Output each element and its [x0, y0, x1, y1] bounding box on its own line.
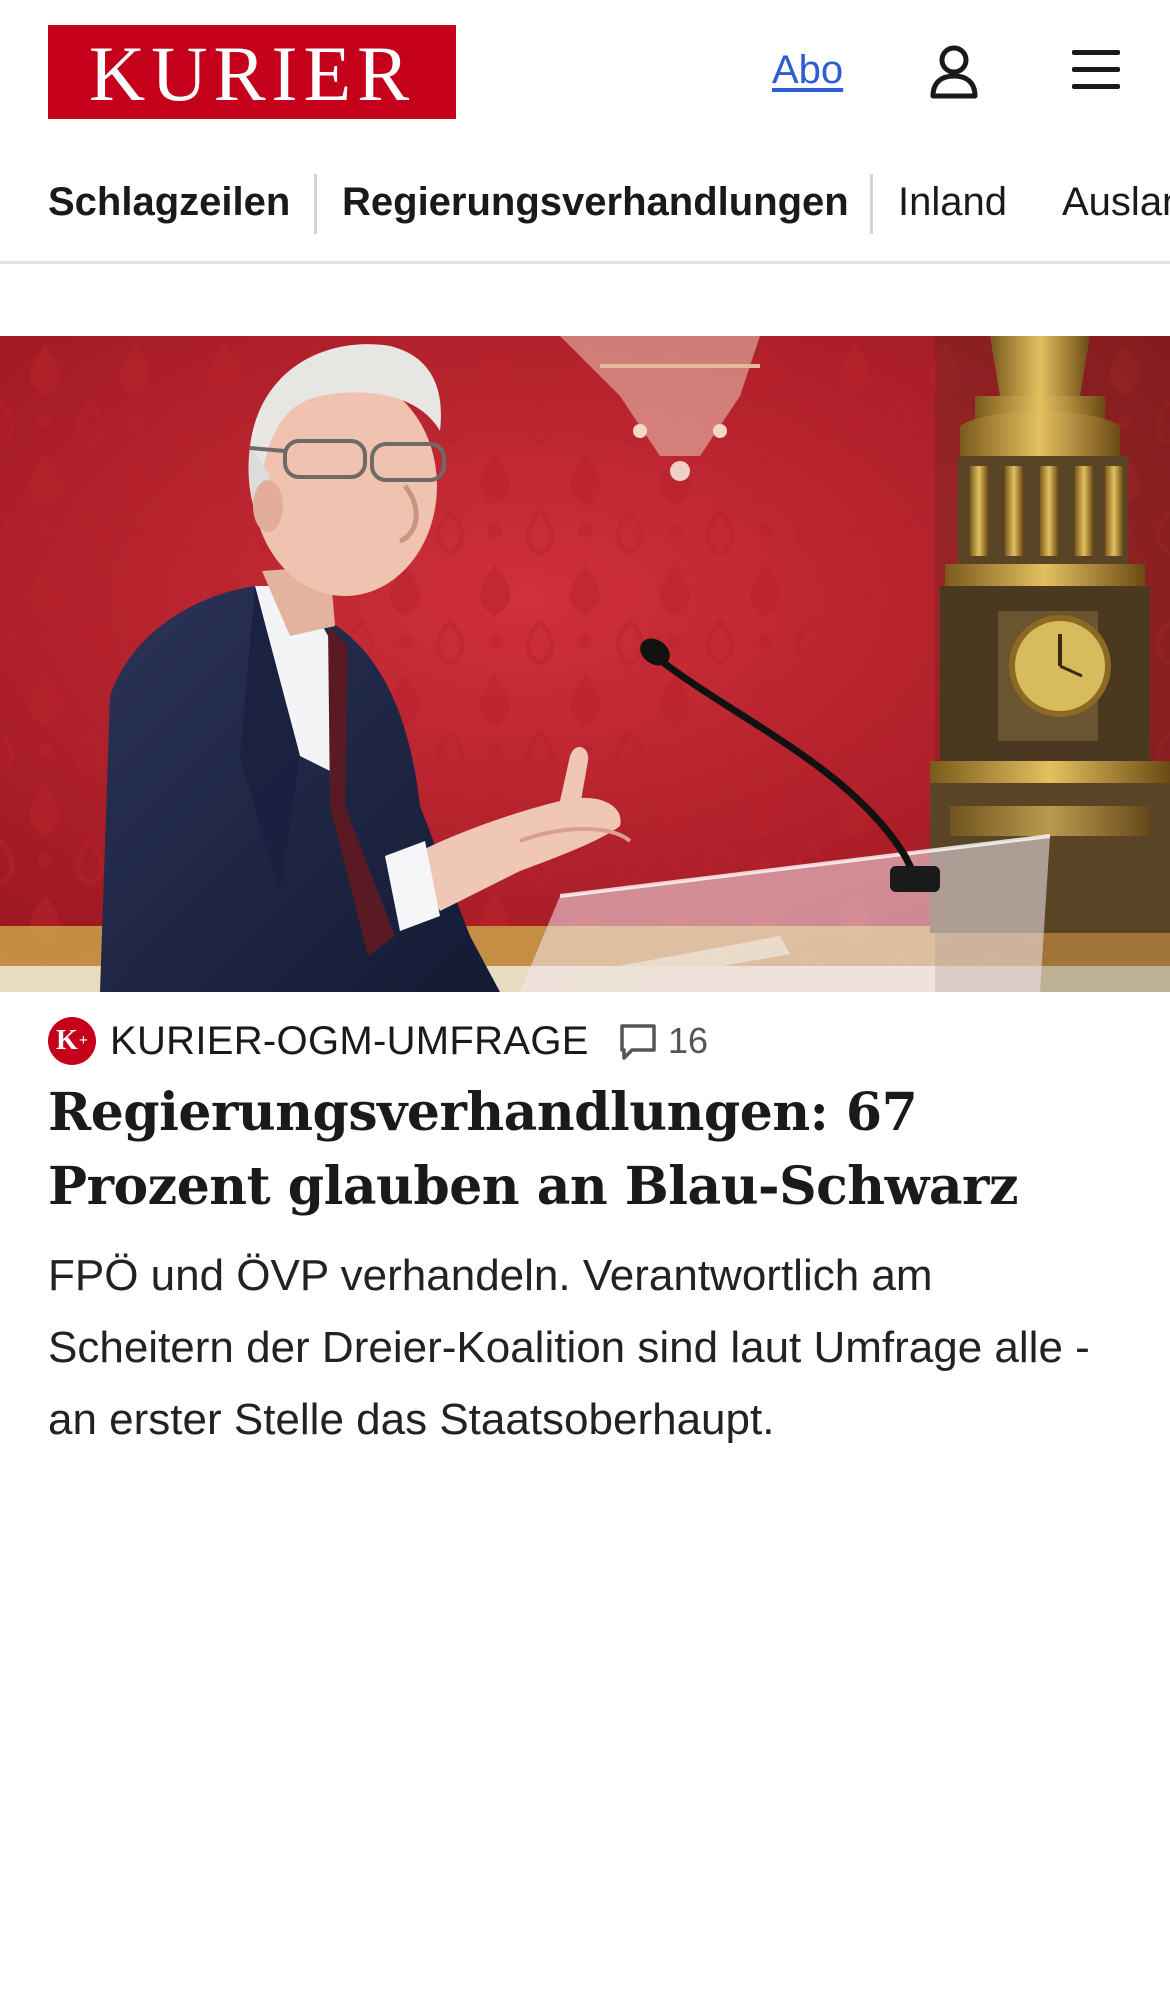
nav-divider — [314, 174, 317, 234]
comment-count[interactable]: 16 — [668, 1018, 708, 1064]
logo-text: KURIER — [88, 30, 416, 117]
nav-divider — [870, 174, 873, 234]
comment-icon[interactable] — [618, 1022, 658, 1062]
kurier-logo[interactable]: KURIER — [48, 25, 456, 119]
site-header: KURIER Abo — [0, 0, 1170, 140]
hamburger-menu-icon[interactable] — [1070, 48, 1122, 92]
nav-item-schlagzeilen[interactable]: Schlagzeilen — [48, 176, 290, 228]
kurier-plus-badge: K + — [48, 1017, 96, 1065]
nav-item-inland[interactable]: Inland — [898, 176, 1007, 228]
badge-letter: K — [56, 1025, 78, 1056]
article-teaser[interactable]: FPÖ und ÖVP verhandeln. Verantwortlich a… — [48, 1240, 1128, 1456]
nav-item-ausland[interactable]: Ausland — [1062, 176, 1170, 228]
nav-item-regierungsverhandlungen[interactable]: Regierungsverhandlungen — [342, 176, 849, 228]
abo-link[interactable]: Abo — [772, 48, 843, 93]
article-hero-image[interactable] — [0, 336, 1170, 992]
section-nav: Schlagzeilen Regierungsverhandlungen Inl… — [0, 160, 1170, 264]
article-kicker[interactable]: KURIER-OGM-UMFRAGE — [110, 1016, 589, 1066]
user-icon[interactable] — [928, 44, 980, 100]
badge-plus: + — [78, 1032, 88, 1049]
article-headline[interactable]: Regierungsverhandlungen: 67 Prozent glau… — [48, 1076, 1128, 1224]
